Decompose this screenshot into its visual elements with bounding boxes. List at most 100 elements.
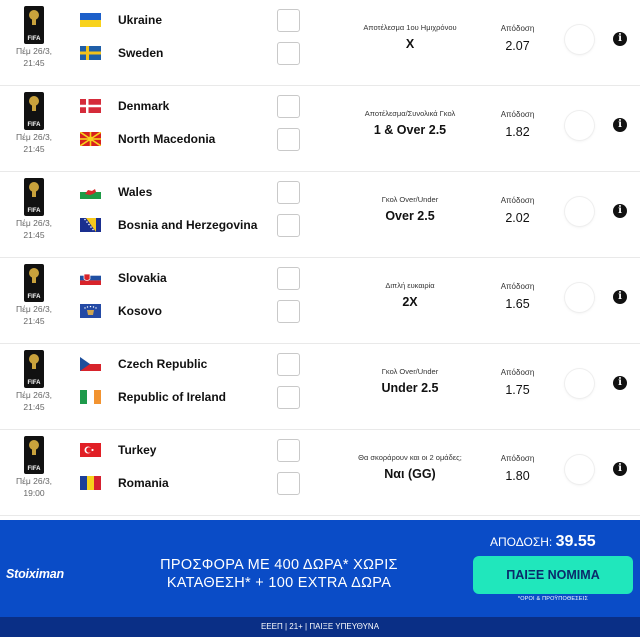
odds-label: Απόδοση bbox=[500, 368, 535, 377]
match-datetime: Πέμ 26/3, 21:45 bbox=[6, 45, 62, 69]
away-team-name: Republic of Ireland bbox=[118, 390, 227, 404]
away-team-name: North Macedonia bbox=[118, 132, 216, 146]
home-checkbox[interactable] bbox=[277, 181, 300, 204]
away-checkbox[interactable] bbox=[277, 42, 300, 65]
market: Θα σκοράρουν και οι 2 ομάδες; Ναι (GG) bbox=[340, 453, 480, 481]
slovakia-flag-icon bbox=[80, 271, 101, 285]
odds-value: 2.02 bbox=[505, 211, 530, 225]
svg-text:FIFA: FIFA bbox=[28, 380, 42, 386]
odds-label: Απόδοση bbox=[500, 24, 535, 33]
away-team: North Macedonia bbox=[80, 129, 215, 149]
match-row: FIFA Πέμ 26/3, 21:45 Wales Bosnia and He… bbox=[0, 172, 640, 258]
home-team-name: Ukraine bbox=[118, 13, 163, 27]
match-row: FIFA Πέμ 26/3, 21:45 Slovakia Kosovo Διπ… bbox=[0, 258, 640, 344]
total-odds-value: 39.55 bbox=[555, 533, 596, 550]
match-time: 21:45 bbox=[23, 58, 45, 68]
home-checkbox[interactable] bbox=[277, 439, 300, 462]
info-icon[interactable]: i bbox=[613, 118, 627, 132]
odds-label: Απόδοση bbox=[500, 454, 535, 463]
match-date: Πέμ 26/3, bbox=[15, 390, 53, 400]
info-icon[interactable]: i bbox=[613, 462, 627, 476]
match-date: Πέμ 26/3, bbox=[15, 46, 53, 56]
total-odds: ΑΠΟΔΟΣΗ: 39.55 bbox=[490, 533, 596, 551]
odds-value: 2.07 bbox=[505, 39, 530, 53]
select-radio[interactable] bbox=[565, 111, 594, 140]
terms-link[interactable]: *ΟΡΟΙ & ΠΡΟΫΠΟΘΕΣΕΙΣ bbox=[473, 596, 633, 602]
total-odds-label: ΑΠΟΔΟΣΗ: bbox=[490, 535, 553, 549]
market-label: Αποτέλεσμα/Συνολικά Γκολ bbox=[364, 109, 456, 118]
away-checkbox[interactable] bbox=[277, 472, 300, 495]
odds: Απόδοση 2.07 bbox=[490, 24, 545, 53]
match-datetime: Πέμ 26/3, 21:45 bbox=[6, 131, 62, 155]
fifa-qualifiers-logo: FIFA bbox=[16, 6, 52, 44]
away-checkbox[interactable] bbox=[277, 214, 300, 237]
home-team: Denmark bbox=[80, 96, 169, 116]
offer-text: ΠΡΟΣΦΟΡΑ ΜΕ 400 ΔΩΡΑ* ΧΩΡΙΣ ΚΑΤΑΘΕΣΗ* + … bbox=[160, 557, 398, 591]
odds: Απόδοση 1.65 bbox=[490, 282, 545, 311]
fifa-qualifiers-logo: FIFA bbox=[16, 178, 52, 216]
select-radio[interactable] bbox=[565, 197, 594, 226]
turkey-flag-icon bbox=[80, 443, 101, 457]
select-radio[interactable] bbox=[565, 25, 594, 54]
bosnia-flag-icon bbox=[80, 218, 101, 232]
info-icon[interactable]: i bbox=[613, 32, 627, 46]
matches-list: FIFA Πέμ 26/3, 21:45 Ukraine Sweden Αποτ… bbox=[0, 0, 640, 520]
match-datetime: Πέμ 26/3, 21:45 bbox=[6, 303, 62, 327]
home-team-name: Slovakia bbox=[118, 271, 167, 285]
match-time: 21:45 bbox=[23, 230, 45, 240]
denmark-flag-icon bbox=[80, 99, 101, 113]
away-team-name: Bosnia and Herzegovina bbox=[118, 218, 258, 232]
fifa-qualifiers-logo: FIFA bbox=[16, 92, 52, 130]
play-button[interactable]: ΠΑΙΞΕ ΝΟΜΙΜΑ bbox=[473, 556, 633, 594]
odds: Απόδοση 2.02 bbox=[490, 196, 545, 225]
romania-flag-icon bbox=[80, 476, 101, 490]
home-team-name: Turkey bbox=[118, 443, 157, 457]
odds-label: Απόδοση bbox=[500, 196, 535, 205]
home-team: Ukraine bbox=[80, 10, 162, 30]
odds-label: Απόδοση bbox=[500, 282, 535, 291]
home-team: Turkey bbox=[80, 440, 156, 460]
away-team: Sweden bbox=[80, 43, 163, 63]
match-time: 21:45 bbox=[23, 144, 45, 154]
market-label: Γκολ Over/Under bbox=[381, 367, 439, 376]
away-checkbox[interactable] bbox=[277, 386, 300, 409]
away-team-name: Sweden bbox=[118, 46, 164, 60]
svg-text:FIFA: FIFA bbox=[28, 36, 42, 42]
market-label: Διπλή ευκαιρία bbox=[385, 281, 435, 290]
match-date: Πέμ 26/3, bbox=[15, 304, 53, 314]
brand-logo[interactable]: Stoiximan bbox=[6, 567, 64, 581]
market: Γκολ Over/Under Under 2.5 bbox=[340, 367, 480, 395]
home-checkbox[interactable] bbox=[277, 353, 300, 376]
match-time: 21:45 bbox=[23, 316, 45, 326]
market-pick: Over 2.5 bbox=[385, 209, 435, 223]
czech-flag-icon bbox=[80, 357, 101, 371]
market: Αποτέλεσμα 1ου Ημιχρόνου X bbox=[340, 23, 480, 51]
home-checkbox[interactable] bbox=[277, 9, 300, 32]
away-team: Kosovo bbox=[80, 301, 162, 321]
svg-text:FIFA: FIFA bbox=[28, 122, 42, 128]
info-icon[interactable]: i bbox=[613, 376, 627, 390]
select-radio[interactable] bbox=[565, 455, 594, 484]
away-checkbox[interactable] bbox=[277, 300, 300, 323]
odds-label: Απόδοση bbox=[500, 110, 535, 119]
match-date: Πέμ 26/3, bbox=[15, 132, 53, 142]
info-icon[interactable]: i bbox=[613, 204, 627, 218]
sweden-flag-icon bbox=[80, 46, 101, 60]
select-radio[interactable] bbox=[565, 369, 594, 398]
fifa-qualifiers-logo: FIFA bbox=[16, 264, 52, 302]
match-datetime: Πέμ 26/3, 21:45 bbox=[6, 389, 62, 413]
market-pick: X bbox=[405, 37, 415, 51]
odds-value: 1.65 bbox=[505, 297, 530, 311]
ireland-flag-icon bbox=[80, 390, 101, 404]
away-checkbox[interactable] bbox=[277, 128, 300, 151]
match-row: FIFA Πέμ 26/3, 21:45 Czech Republic Repu… bbox=[0, 344, 640, 430]
fifa-qualifiers-logo: FIFA bbox=[16, 436, 52, 474]
match-date: Πέμ 26/3, bbox=[15, 218, 53, 228]
home-checkbox[interactable] bbox=[277, 95, 300, 118]
home-checkbox[interactable] bbox=[277, 267, 300, 290]
market: Διπλή ευκαιρία 2X bbox=[340, 281, 480, 309]
info-icon[interactable]: i bbox=[613, 290, 627, 304]
home-team-name: Denmark bbox=[118, 99, 170, 113]
match-row: FIFA Πέμ 26/3, 21:45 Denmark North Maced… bbox=[0, 86, 640, 172]
select-radio[interactable] bbox=[565, 283, 594, 312]
